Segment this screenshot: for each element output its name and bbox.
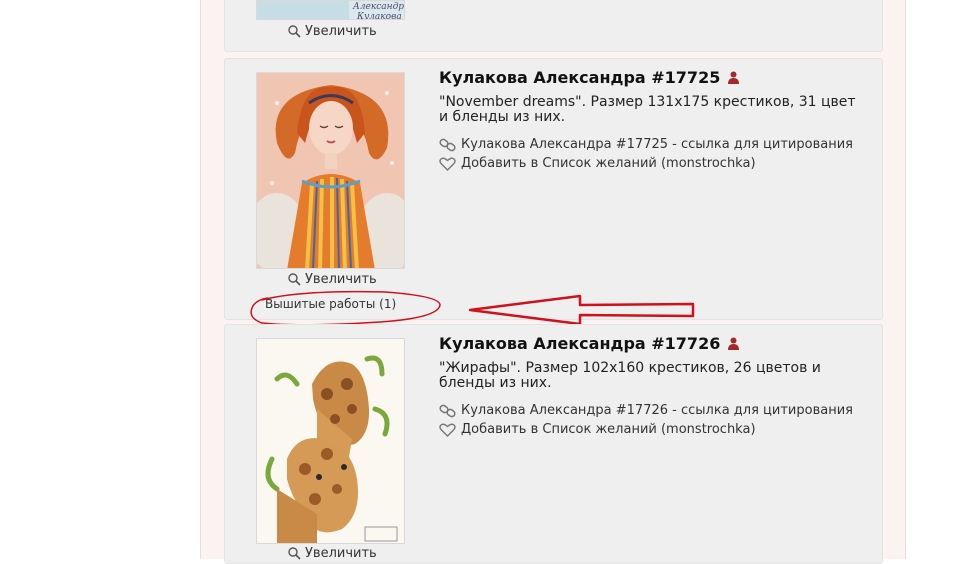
cite-link[interactable]: Кулакова Александра #17726 - ссылка для … — [439, 403, 853, 418]
pattern-description: "Жирафы". Размер 102х160 крестиков, 26 ц… — [439, 360, 821, 391]
pattern-title-text: Кулакова Александра #17726 — [439, 334, 721, 353]
chain-link-icon — [439, 138, 456, 151]
wishlist-link-text: Добавить в Список желаний (monstrochka) — [461, 156, 756, 171]
november-dreams-image — [257, 73, 404, 268]
pattern-thumbnail-previous[interactable]: Александра Кулакова — [256, 0, 405, 20]
user-icon — [728, 71, 740, 84]
thumbnail-preview-image: Александра Кулакова — [257, 1, 405, 20]
cite-link[interactable]: Кулакова Александра #17725 - ссылка для … — [439, 137, 853, 152]
cite-link-text: Кулакова Александра #17726 - ссылка для … — [461, 403, 853, 418]
zoom-link[interactable]: Увеличить — [288, 272, 377, 287]
giraffes-image — [257, 339, 404, 543]
wishlist-link[interactable]: Добавить в Список желаний (monstrochka) — [439, 156, 756, 171]
thumb-signature-1: Александра — [352, 2, 405, 12]
pattern-description: "November dreams". Размер 131х175 крести… — [439, 94, 856, 125]
wishlist-link[interactable]: Добавить в Список желаний (monstrochka) — [439, 422, 756, 437]
zoom-label: Увеличить — [305, 24, 377, 39]
pattern-thumbnail-17726[interactable] — [256, 338, 405, 544]
pattern-title[interactable]: Кулакова Александра #17725 — [439, 68, 740, 87]
wishlist-link-text: Добавить в Список желаний (monstrochka) — [461, 422, 756, 437]
heart-icon — [439, 157, 456, 171]
pattern-title[interactable]: Кулакова Александра #17726 — [439, 334, 740, 353]
magnifier-icon — [288, 273, 301, 286]
cite-link-text: Кулакова Александра #17725 - ссылка для … — [461, 137, 853, 152]
user-icon — [728, 337, 740, 350]
chain-link-icon — [439, 404, 456, 417]
magnifier-icon — [288, 547, 301, 560]
embroidered-works-link[interactable]: Вышитые работы (1) — [265, 297, 396, 311]
pattern-title-text: Кулакова Александра #17725 — [439, 68, 721, 87]
heart-icon — [439, 423, 456, 437]
thumb-signature-2: Кулакова — [356, 12, 402, 20]
magnifier-icon — [288, 25, 301, 38]
zoom-link[interactable]: Увеличить — [288, 24, 377, 39]
zoom-label: Увеличить — [305, 272, 377, 287]
pattern-thumbnail-17725[interactable] — [256, 72, 405, 269]
